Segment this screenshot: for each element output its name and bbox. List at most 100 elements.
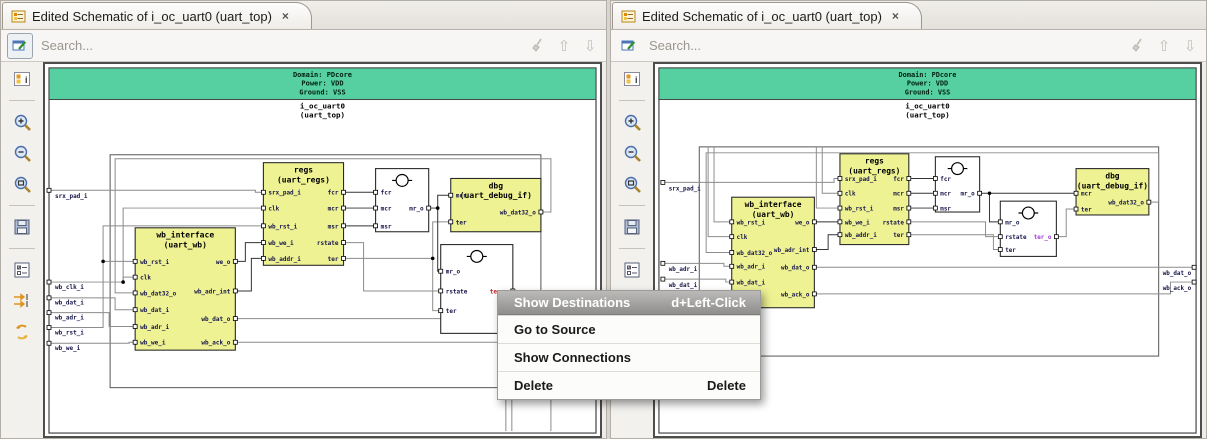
net-label: wb_clk_i (55, 284, 84, 291)
menu-item-go-to-source[interactable]: Go to Source (498, 315, 760, 343)
port-stub (1074, 191, 1078, 195)
port-label: wb_we_i (268, 240, 294, 247)
net-label: wb_dat_i (669, 283, 698, 289)
port-stub (907, 206, 911, 210)
zoom-out-icon[interactable] (11, 142, 33, 164)
port-stub (133, 308, 137, 312)
zoom-in-icon[interactable] (621, 111, 643, 133)
net-label: wb_adr_i (669, 267, 698, 273)
properties-icon[interactable]: i (621, 68, 643, 90)
menu-shortcut: Delete (707, 378, 746, 393)
block-subtitle: (uart_regs) (848, 167, 900, 176)
search-bar: ⇧ ⇩ (1, 30, 606, 62)
port-label: ter (1081, 208, 1092, 214)
save-icon[interactable] (11, 216, 33, 238)
port-stub (730, 235, 734, 239)
port-stub (342, 256, 346, 260)
port-stub (933, 176, 937, 180)
port-stub (838, 233, 842, 237)
port-label: mr_o (409, 206, 424, 213)
preferences-icon[interactable] (621, 259, 643, 281)
port-stub (439, 289, 443, 293)
broom-clear-icon[interactable] (528, 36, 548, 56)
schematic-document-icon (11, 9, 26, 24)
port-label: wb_dat_o (201, 316, 230, 323)
svg-text:i: i (635, 75, 638, 85)
net-label: srx_pad_i (55, 193, 88, 200)
port-stub (133, 340, 137, 344)
port-label: clk (845, 192, 856, 198)
symbol-block[interactable] (376, 169, 429, 232)
schematic-document-icon (621, 9, 636, 24)
menu-item-delete[interactable]: Delete Delete (498, 371, 760, 399)
properties-icon[interactable]: i (11, 68, 33, 90)
block-subtitle: (uart_wb) (752, 210, 795, 219)
port-stub (133, 259, 137, 263)
reload-icon[interactable] (11, 321, 33, 343)
power-label: Power: VDD (907, 80, 948, 88)
broom-clear-icon[interactable] (1128, 36, 1148, 56)
search-prev-icon[interactable]: ⇧ (554, 36, 574, 56)
port-label: fcr (381, 190, 392, 197)
search-input[interactable] (647, 37, 1122, 54)
menu-item-show-destinations[interactable]: Show Destinations d+Left-Click (498, 291, 760, 315)
port-label: wb_dat32_o (737, 251, 773, 257)
tab-edited-schematic[interactable]: Edited Schematic of i_oc_uart0 (uart_top… (612, 2, 922, 29)
instance-label: i_oc_uart0 (905, 101, 949, 110)
port-label: mcr (381, 206, 392, 213)
port-label: mcr (1081, 192, 1092, 198)
port-stub (374, 224, 378, 228)
search-prev-icon[interactable]: ⇧ (1154, 36, 1174, 56)
port-label: mcr (893, 192, 904, 198)
zoom-in-icon[interactable] (11, 111, 33, 133)
port-label: ter_o (1034, 235, 1052, 241)
block-subtitle: (uart_wb) (164, 241, 207, 250)
port-label: srx_pad_i (845, 177, 877, 183)
menu-item-show-connections[interactable]: Show Connections (498, 343, 760, 371)
zoom-fit-icon[interactable] (621, 173, 643, 195)
port-stub (838, 176, 842, 180)
port-stub (374, 206, 378, 210)
port-label: wb_dat_i (737, 281, 766, 287)
edge-port-stub (661, 180, 665, 184)
save-icon[interactable] (621, 216, 643, 238)
tab-edited-schematic[interactable]: Edited Schematic of i_oc_uart0 (uart_top… (2, 2, 312, 29)
port-stub (439, 309, 443, 313)
zoom-fit-icon[interactable] (11, 173, 33, 195)
search-edit-button[interactable] (617, 34, 641, 58)
block-subtitle: (uart_regs) (277, 175, 330, 184)
menu-shortcut: d+Left-Click (671, 295, 746, 310)
port-label: wb_ack_o (201, 340, 230, 347)
port-stub (907, 191, 911, 195)
port-label: wb_dat_o (781, 266, 810, 272)
port-label: wb_adr_i (737, 265, 766, 271)
edge-port-stub (47, 296, 51, 300)
search-next-icon[interactable]: ⇩ (580, 36, 600, 56)
port-label: we_o (795, 220, 810, 226)
preferences-icon[interactable] (11, 259, 33, 281)
port-label: mr_o (446, 269, 461, 276)
port-stub (998, 235, 1002, 239)
tab-close-icon[interactable]: × (892, 9, 899, 23)
side-toolbar: i (1, 62, 43, 438)
port-label: msr (381, 223, 392, 230)
tab-close-icon[interactable]: × (282, 9, 289, 23)
module-label: (uart_top) (905, 110, 949, 119)
port-label: ter (446, 308, 457, 315)
search-input[interactable] (39, 37, 522, 54)
wire-junction (431, 257, 435, 261)
port-label: clk (268, 206, 279, 213)
edge-port-stub (1192, 280, 1196, 284)
edge-port-stub (1192, 265, 1196, 269)
search-edit-button[interactable] (7, 33, 33, 59)
tab-title: Edited Schematic of i_oc_uart0 (uart_top… (32, 9, 272, 24)
port-stub (907, 220, 911, 224)
port-stub (261, 256, 265, 260)
symbol-block[interactable] (935, 157, 979, 212)
search-next-icon[interactable]: ⇩ (1180, 36, 1200, 56)
edge-port-stub (661, 277, 665, 281)
zoom-out-icon[interactable] (621, 142, 643, 164)
trace-signals-icon[interactable] (11, 290, 33, 312)
tab-bar: Edited Schematic of i_oc_uart0 (uart_top… (1, 1, 606, 30)
port-label: msr (940, 207, 951, 213)
